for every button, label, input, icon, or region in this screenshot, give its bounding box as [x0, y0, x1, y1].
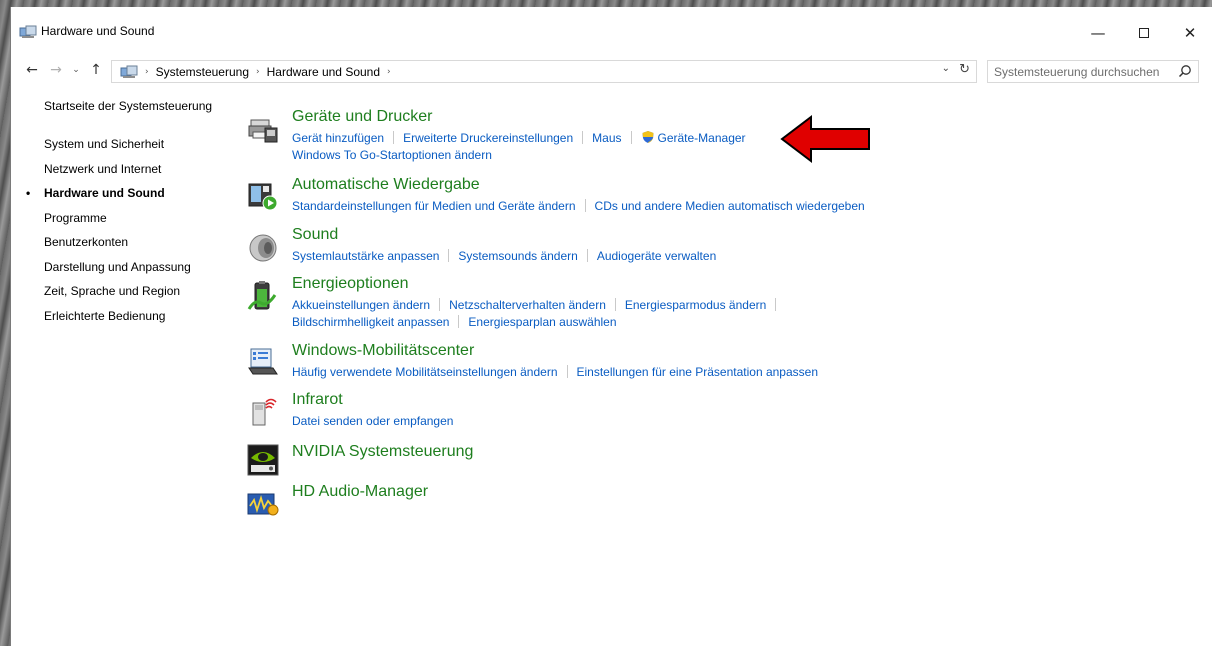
- control-panel-window: Hardware und Sound — ✕ ← → ⌄ ↑ › Systems…: [10, 7, 1212, 646]
- sidebar-item-hardware-sound[interactable]: Hardware und Sound: [44, 186, 165, 200]
- uac-shield-icon: [642, 131, 653, 143]
- arrow-right-icon: →: [50, 62, 62, 78]
- link-akkueinstellungen[interactable]: Akkueinstellungen ändern: [292, 298, 430, 312]
- search-box[interactable]: [987, 60, 1199, 83]
- chevron-down-icon: ⌄: [72, 65, 80, 75]
- red-arrow-icon: [780, 114, 870, 164]
- link-separator: [458, 315, 460, 328]
- navigation-bar: ← → ⌄ ↑ › Systemsteuerung › Hardware und…: [11, 54, 1212, 86]
- category-title[interactable]: Geräte und Drucker: [292, 108, 433, 126]
- forward-button[interactable]: →: [47, 60, 65, 80]
- category-title[interactable]: HD Audio-Manager: [292, 483, 428, 501]
- category-links: Standardeinstellungen für Medien und Ger…: [292, 198, 865, 215]
- mobility-center-icon: [248, 348, 278, 375]
- link-audiogeraete[interactable]: Audiogeräte verwalten: [597, 249, 716, 263]
- window-title: Hardware und Sound: [41, 24, 155, 38]
- active-bullet-icon: •: [26, 186, 31, 200]
- link-systemsounds[interactable]: Systemsounds ändern: [458, 249, 577, 263]
- sidebar-item-zeit-sprache[interactable]: Zeit, Sprache und Region: [44, 284, 180, 298]
- category-links: Datei senden oder empfangen: [292, 413, 453, 430]
- printer-icon: [248, 119, 278, 143]
- category-links: Akkueinstellungen ändern Netzschalterverh…: [292, 297, 785, 331]
- link-standardeinstellungen-medien[interactable]: Standardeinstellungen für Medien und Ger…: [292, 199, 576, 213]
- address-dropdown-icon[interactable]: ⌄: [942, 63, 950, 74]
- nvidia-icon: [247, 444, 279, 476]
- breadcrumb-systemsteuerung[interactable]: Systemsteuerung: [156, 65, 249, 79]
- link-mobilitaetseinstellungen[interactable]: Häufig verwendete Mobilitätseinstellunge…: [292, 365, 558, 379]
- link-geraet-hinzufuegen[interactable]: Gerät hinzufügen: [292, 131, 384, 145]
- arrow-up-icon: ↑: [90, 62, 102, 78]
- search-icon[interactable]: [1178, 64, 1192, 78]
- link-energiesparmodus[interactable]: Energiesparmodus ändern: [625, 298, 766, 312]
- sidebar-item-darstellung[interactable]: Darstellung und Anpassung: [44, 260, 191, 274]
- breadcrumb-separator-icon[interactable]: ›: [256, 67, 260, 77]
- category-title[interactable]: Infrarot: [292, 391, 343, 409]
- breadcrumb-separator-icon[interactable]: ›: [387, 67, 391, 77]
- sidebar-item-system-sicherheit[interactable]: System und Sicherheit: [44, 137, 164, 151]
- link-maus[interactable]: Maus: [592, 131, 621, 145]
- infrared-icon: [252, 398, 277, 426]
- refresh-icon[interactable]: ↻: [959, 62, 970, 77]
- search-input[interactable]: [994, 64, 1176, 79]
- category-title[interactable]: Automatische Wiedergabe: [292, 176, 480, 194]
- link-separator: [393, 131, 395, 144]
- link-separator: [614, 298, 616, 311]
- breadcrumb-hardware-und-sound[interactable]: Hardware und Sound: [267, 65, 380, 79]
- autoplay-icon: [248, 183, 278, 211]
- link-geraete-manager[interactable]: Geräte-Manager: [658, 131, 746, 145]
- link-separator: [775, 298, 777, 311]
- link-energiesparplan[interactable]: Energiesparplan auswählen: [468, 315, 616, 329]
- recent-locations-button[interactable]: ⌄: [67, 60, 85, 80]
- link-separator: [586, 249, 588, 262]
- sidebar-item-programme[interactable]: Programme: [44, 211, 107, 225]
- battery-icon: [247, 281, 277, 310]
- hd-audio-icon: [247, 493, 279, 516]
- link-cds-automatisch[interactable]: CDs und andere Medien automatisch wieder…: [595, 199, 865, 213]
- link-bildschirmhelligkeit[interactable]: Bildschirmhelligkeit anpassen: [292, 315, 449, 329]
- category-links: Gerät hinzufügen Erweiterte Druckereinste…: [292, 130, 746, 164]
- address-bar[interactable]: › Systemsteuerung › Hardware und Sound ›…: [111, 60, 977, 83]
- control-panel-icon: [19, 25, 37, 38]
- minimize-icon: —: [1090, 24, 1106, 42]
- sidebar-item-benutzerkonten[interactable]: Benutzerkonten: [44, 235, 128, 249]
- link-systemlautstaerke[interactable]: Systemlautstärke anpassen: [292, 249, 439, 263]
- title-bar: Hardware und Sound — ✕: [11, 7, 1212, 52]
- sidebar-item-startseite[interactable]: Startseite der Systemsteuerung: [44, 99, 212, 113]
- minimize-button[interactable]: —: [1075, 17, 1121, 49]
- link-separator: [448, 249, 450, 262]
- control-panel-icon: [120, 65, 138, 78]
- link-erweiterte-druckereinstellungen[interactable]: Erweiterte Druckereinstellungen: [403, 131, 573, 145]
- link-separator: [566, 365, 568, 378]
- category-links: Systemlautstärke anpassen Systemsounds än…: [292, 248, 716, 265]
- close-button[interactable]: ✕: [1167, 17, 1212, 49]
- close-icon: ✕: [1183, 24, 1197, 42]
- category-links: Häufig verwendete Mobilitätseinstellunge…: [292, 364, 818, 381]
- arrow-left-icon: ←: [26, 62, 38, 78]
- link-separator: [630, 131, 632, 144]
- sidebar-item-netzwerk-internet[interactable]: Netzwerk und Internet: [44, 162, 161, 176]
- link-netzschalterverhalten[interactable]: Netzschalterverhalten ändern: [449, 298, 606, 312]
- category-title[interactable]: Energieoptionen: [292, 275, 409, 293]
- category-title[interactable]: NVIDIA Systemsteuerung: [292, 443, 473, 461]
- link-separator: [439, 298, 441, 311]
- category-title[interactable]: Sound: [292, 226, 338, 244]
- maximize-icon: [1139, 28, 1149, 38]
- speaker-icon: [249, 234, 277, 262]
- link-praesentation[interactable]: Einstellungen für eine Präsentation anpa…: [577, 365, 819, 379]
- sidebar-item-erleichterte-bedienung[interactable]: Erleichterte Bedienung: [44, 309, 165, 323]
- up-button[interactable]: ↑: [87, 60, 105, 80]
- maximize-button[interactable]: [1121, 17, 1167, 49]
- category-title[interactable]: Windows-Mobilitätscenter: [292, 342, 474, 360]
- link-datei-senden[interactable]: Datei senden oder empfangen: [292, 414, 453, 428]
- link-separator: [584, 199, 586, 212]
- breadcrumb-separator-icon[interactable]: ›: [145, 67, 149, 77]
- link-windows-to-go[interactable]: Windows To Go-Startoptionen ändern: [292, 148, 492, 162]
- back-button[interactable]: ←: [23, 60, 41, 80]
- link-separator: [582, 131, 584, 144]
